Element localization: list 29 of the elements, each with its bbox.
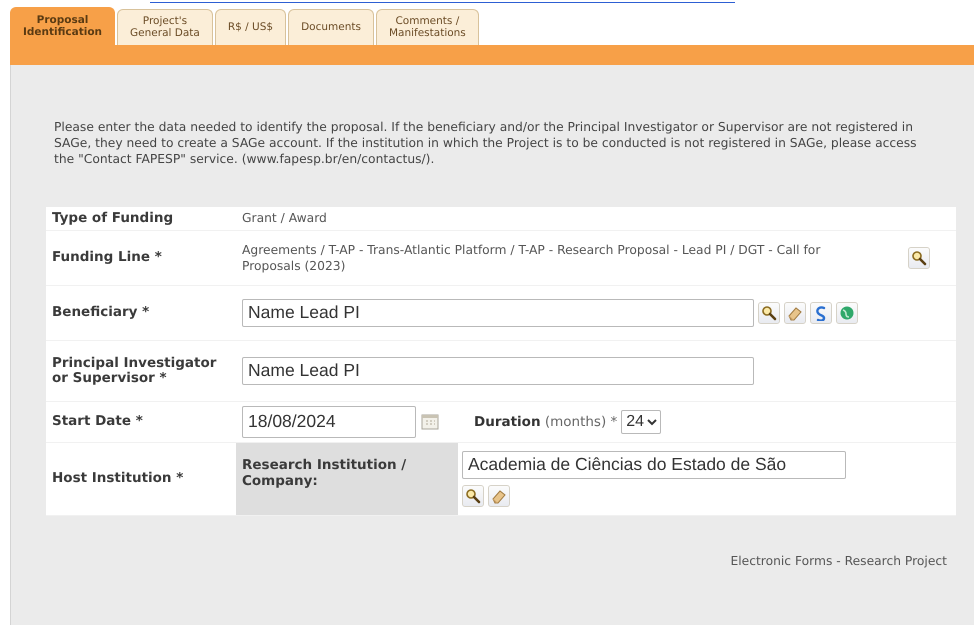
footer-text: Electronic Forms - Research Project (729, 554, 948, 568)
field-value: Grant / Award (242, 211, 327, 226)
eraser-icon[interactable] (488, 484, 510, 506)
date-field[interactable]: 18/08/2024 (242, 406, 416, 438)
field-label: Host Institution * (52, 470, 184, 486)
globe-icon[interactable] (836, 302, 858, 324)
tab[interactable]: R$ / US$ (214, 9, 286, 45)
swirl-icon[interactable] (810, 302, 832, 324)
tab[interactable]: Documents (288, 9, 374, 45)
field-value: Agreements / T-AP - Trans-Atlantic Platform / T-AP - Research Proposal - Lead PI / DGT - Call for Proposals (2023) (242, 242, 822, 274)
tab[interactable]: Project's General Data (117, 9, 213, 45)
field-label: Funding Line * (52, 249, 162, 265)
instructions-text: Please enter the data needed to identify the proposal. If the beneficiary and/or the Principal Investigator or Supervisor are not registered in SAGe, they need to create a SAGe account. If the institution in which the Project is to be conducted is not registered in SAGe, please access the "Contact FAPESP" service. (www.fapesp.br/en/contactus/). (53, 119, 918, 167)
tab[interactable]: Comments / Manifestations (376, 9, 479, 45)
search-icon[interactable] (462, 484, 484, 506)
name-field[interactable]: Name Lead PI (242, 298, 754, 326)
tab[interactable]: Proposal Identification (10, 7, 116, 45)
field-label: Beneficiary * (52, 304, 150, 320)
eraser-icon[interactable] (784, 302, 806, 324)
search-icon[interactable] (758, 302, 780, 324)
search-icon[interactable] (908, 246, 930, 268)
field-label: Start Date * (52, 413, 143, 429)
field-label: Research Institution / Company: (242, 456, 406, 488)
field-label: Principal Investigator or Supervisor * (52, 354, 216, 386)
name-field[interactable]: Name Lead PI (242, 356, 754, 384)
duration-label: Duration (months) * (474, 414, 618, 430)
field-label: Type of Funding (52, 210, 174, 226)
institution-field[interactable]: Academia de Ciências do Estado de São (462, 450, 846, 478)
duration-select[interactable]: 24 (621, 410, 662, 434)
